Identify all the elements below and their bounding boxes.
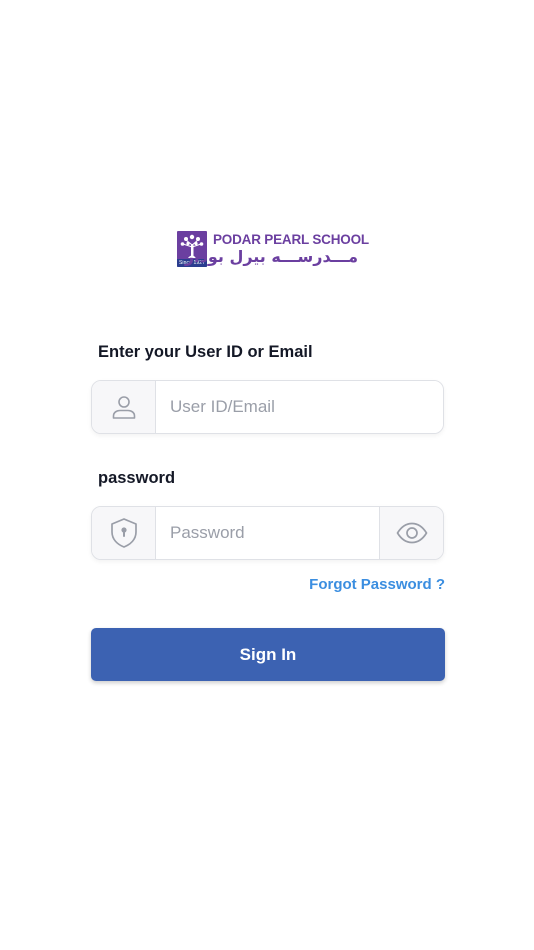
forgot-password-link[interactable]: Forgot Password ? [309,576,445,593]
school-logo: Since 1927 PODAR PEARL SCHOOL مـــدرســـ… [177,231,369,269]
shield-lock-icon [92,507,156,559]
sign-in-button[interactable]: Sign In [91,628,445,681]
school-name-arabic: مـــدرســـه بيرل بودار [184,247,358,266]
password-label: password [98,469,176,487]
password-input[interactable] [156,507,379,559]
userid-label: Enter your User ID or Email [98,343,313,361]
user-icon [92,381,156,433]
school-name: PODAR PEARL SCHOOL [213,232,369,247]
eye-icon[interactable] [379,507,443,559]
password-input-group [91,506,444,560]
userid-input[interactable] [156,381,443,433]
userid-input-group [91,380,444,434]
